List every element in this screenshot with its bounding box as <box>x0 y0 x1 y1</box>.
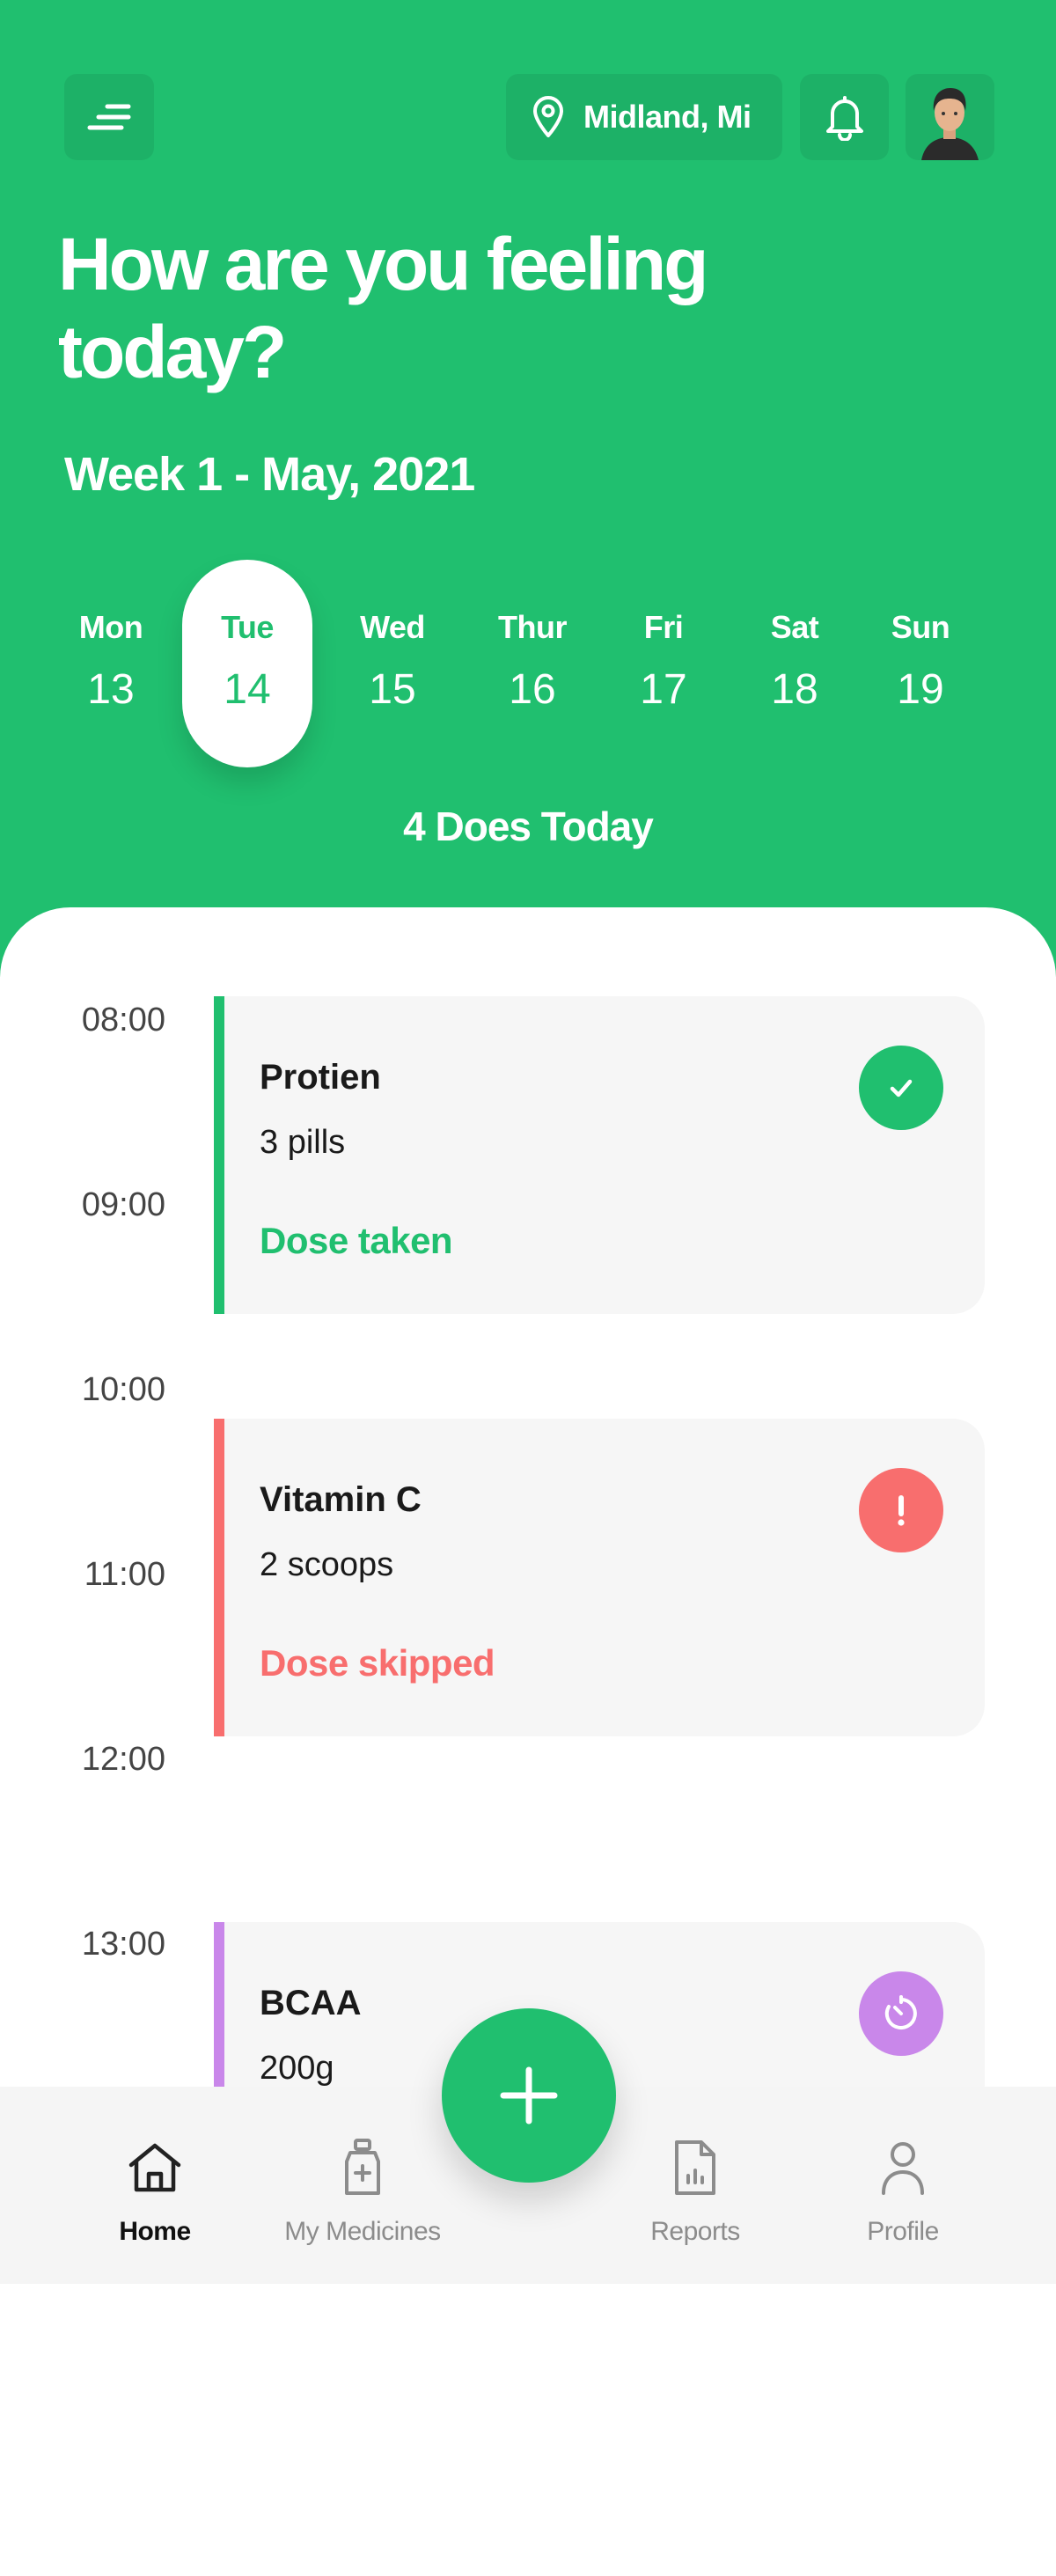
dose-status-bar <box>214 996 224 1314</box>
user-avatar-button[interactable] <box>906 74 994 160</box>
bell-icon <box>825 96 863 141</box>
day-name: Thur <box>498 609 567 645</box>
greeting-title: How are you feeling today? <box>58 223 709 393</box>
time-label: 09:00 <box>81 1186 165 1223</box>
day-tue[interactable]: Tue 14 <box>182 560 312 767</box>
dose-status: Dose skipped <box>260 1642 495 1684</box>
header-hero: Midland, Mi How are you feeling today? W… <box>0 0 1056 977</box>
day-number: 15 <box>369 666 416 713</box>
dose-card-protien[interactable]: Protien 3 pills Dose taken <box>214 996 985 1314</box>
location-label: Midland, Mi <box>583 99 752 135</box>
nav-reports[interactable]: Reports <box>598 2132 792 2247</box>
day-fri[interactable]: Fri 17 <box>598 560 729 767</box>
add-dose-button[interactable] <box>442 2008 616 2183</box>
location-selector[interactable]: Midland, Mi <box>506 74 782 160</box>
day-number: 19 <box>897 666 944 713</box>
profile-icon <box>882 2142 924 2195</box>
nav-label: Profile <box>867 2217 939 2246</box>
menu-icon <box>87 104 131 130</box>
menu-button[interactable] <box>64 74 154 160</box>
time-label: 10:00 <box>81 1371 165 1408</box>
dose-card-vitamin-c[interactable]: Vitamin C 2 scoops Dose skipped <box>214 1419 985 1736</box>
day-name: Tue <box>221 609 274 645</box>
day-selector: Mon 13 Tue 14 Wed 15 Thur 16 Fri 17 Sat … <box>0 560 1056 767</box>
day-name: Sun <box>891 609 950 645</box>
nav-profile[interactable]: Profile <box>806 2132 1000 2247</box>
day-wed[interactable]: Wed 15 <box>327 560 458 767</box>
timer-icon <box>884 1995 917 2029</box>
week-label: Week 1 - May, 2021 <box>64 448 475 501</box>
day-sat[interactable]: Sat 18 <box>730 560 860 767</box>
day-sun[interactable]: Sun 19 <box>855 560 986 767</box>
avatar <box>921 88 979 160</box>
time-label: 11:00 <box>84 1556 165 1593</box>
exclamation-icon <box>898 1495 905 1526</box>
day-mon[interactable]: Mon 13 <box>46 560 176 767</box>
nav-label: Home <box>119 2217 191 2246</box>
time-label: 13:00 <box>81 1926 165 1963</box>
dose-pending-badge[interactable] <box>859 1971 943 2056</box>
dose-skipped-badge[interactable] <box>859 1468 943 1552</box>
medicine-name: Protien <box>260 1058 381 1097</box>
dose-status-bar <box>214 1922 224 2087</box>
nav-my-medicines[interactable]: My Medicines <box>266 2132 459 2247</box>
dose-taken-badge[interactable] <box>859 1046 943 1130</box>
day-number: 18 <box>771 666 818 713</box>
medicine-quantity: 200g <box>260 2050 334 2087</box>
day-number: 13 <box>87 666 135 713</box>
medicine-bottle-icon <box>345 2139 380 2195</box>
day-name: Sat <box>770 609 819 645</box>
home-icon <box>128 2143 181 2192</box>
plus-icon <box>500 2066 558 2125</box>
day-number: 16 <box>509 666 556 713</box>
medicine-name: Vitamin C <box>260 1480 422 1519</box>
check-icon <box>890 1079 913 1097</box>
day-number: 14 <box>224 666 271 713</box>
medicine-name: BCAA <box>260 1984 362 2022</box>
nav-label: Reports <box>650 2217 740 2246</box>
location-pin-icon <box>533 96 563 137</box>
time-label: 08:00 <box>81 1002 165 1038</box>
medicine-quantity: 3 pills <box>260 1124 346 1161</box>
day-number: 17 <box>640 666 687 713</box>
day-thur[interactable]: Thur 16 <box>467 560 598 767</box>
day-name: Wed <box>360 609 425 645</box>
nav-home[interactable]: Home <box>58 2132 252 2247</box>
time-label: 12:00 <box>81 1741 165 1778</box>
schedule-timeline[interactable]: 08:00 09:00 10:00 11:00 12:00 13:00 Prot… <box>0 907 1056 2087</box>
dose-status: Dose taken <box>260 1220 453 1261</box>
notifications-button[interactable] <box>800 74 889 160</box>
nav-label: My Medicines <box>284 2217 441 2246</box>
day-name: Fri <box>643 609 684 645</box>
dose-status-bar <box>214 1419 224 1736</box>
medicine-quantity: 2 scoops <box>260 1546 394 1583</box>
doses-today-count: 4 Does Today <box>403 804 654 849</box>
day-name: Mon <box>78 609 143 645</box>
report-document-icon <box>675 2140 715 2195</box>
